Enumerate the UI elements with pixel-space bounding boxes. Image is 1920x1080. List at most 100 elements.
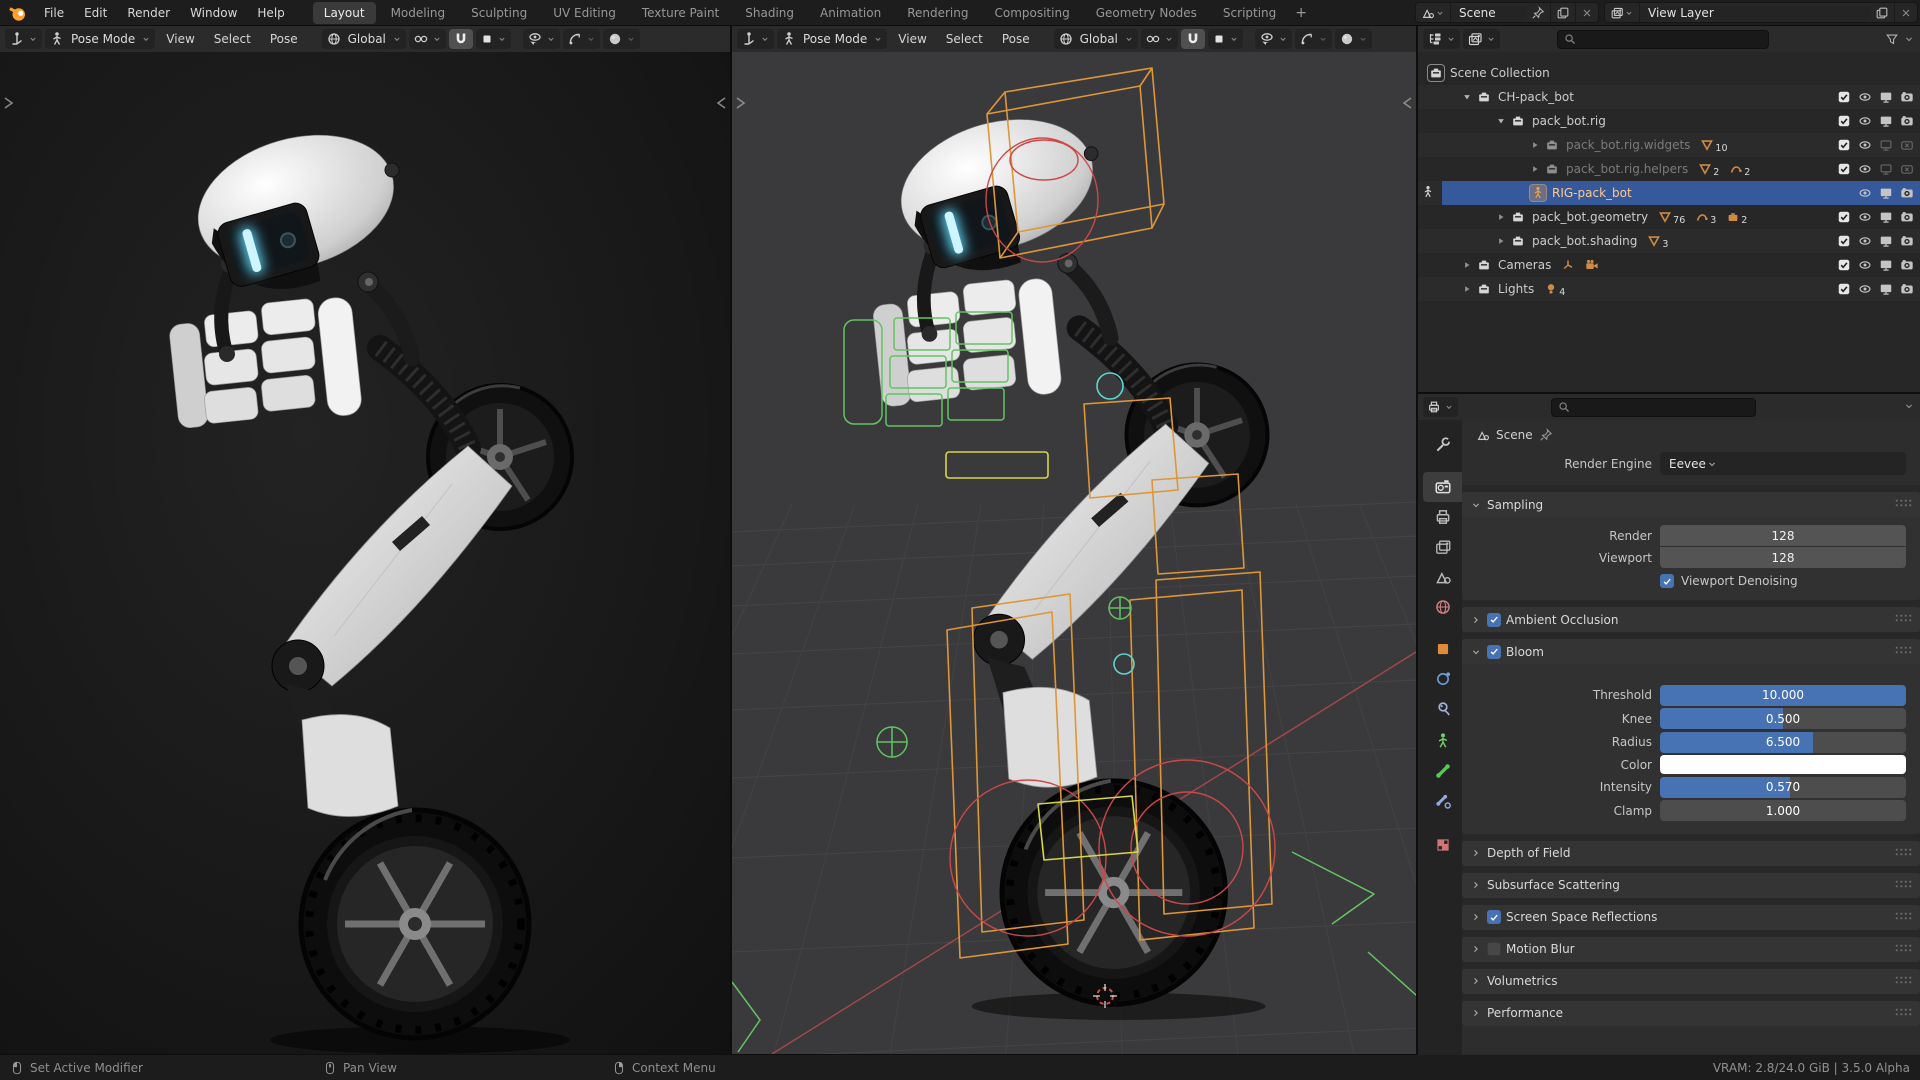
ambient-occlusion-checkbox[interactable]: [1487, 613, 1501, 627]
hide-in-viewport-toggle[interactable]: [1858, 186, 1872, 200]
exclude-checkbox[interactable]: [1837, 210, 1851, 224]
properties-tab-constraints[interactable]: [1423, 694, 1462, 724]
bloom-radius-slider[interactable]: 6.500: [1660, 732, 1906, 753]
hide-in-viewport-toggle[interactable]: [1858, 90, 1872, 104]
disable-in-renders-toggle[interactable]: [1900, 210, 1914, 224]
workspace-tab-modeling[interactable]: Modeling: [380, 2, 457, 24]
bloom-clamp-slider[interactable]: 1.000: [1660, 800, 1906, 821]
viewport-menu-pose[interactable]: Pose: [262, 29, 306, 49]
snap-target-dropdown[interactable]: [476, 29, 511, 49]
bloom-knee-slider[interactable]: 0.500: [1660, 708, 1906, 729]
workspace-tab-scripting[interactable]: Scripting: [1212, 2, 1287, 24]
disable-in-viewports-toggle[interactable]: [1879, 258, 1893, 272]
disable-in-viewports-toggle[interactable]: [1879, 162, 1893, 176]
exclude-checkbox[interactable]: [1837, 90, 1851, 104]
panel-bloom-header[interactable]: Bloom: [1462, 639, 1920, 664]
panel-performance-header[interactable]: Performance: [1462, 1001, 1920, 1026]
disable-in-renders-toggle[interactable]: [1900, 258, 1914, 272]
viewport-denoising-checkbox[interactable]: [1660, 574, 1674, 588]
viewport-left-canvas[interactable]: [0, 52, 730, 1054]
disclosure-closed-icon[interactable]: [1530, 164, 1540, 174]
disable-in-viewports-toggle[interactable]: [1879, 138, 1893, 152]
disable-in-viewports-toggle[interactable]: [1879, 90, 1893, 104]
disclosure-closed-icon[interactable]: [1462, 284, 1472, 294]
panel-grip[interactable]: [1894, 907, 1912, 928]
disclosure-closed-icon[interactable]: [1462, 260, 1472, 270]
panel-grip[interactable]: [1894, 494, 1912, 515]
menu-help[interactable]: Help: [247, 2, 294, 24]
exclude-checkbox[interactable]: [1837, 114, 1851, 128]
object-visibility-dropdown[interactable]: [1255, 29, 1292, 49]
panel-sampling-header[interactable]: Sampling: [1462, 492, 1920, 517]
disable-in-renders-toggle[interactable]: [1900, 114, 1914, 128]
snap-toggle[interactable]: [449, 29, 473, 49]
toolbar-expand-icon[interactable]: [2, 96, 14, 110]
panel-grip[interactable]: [1894, 843, 1912, 864]
bloom-checkbox[interactable]: [1487, 645, 1501, 659]
properties-search-input[interactable]: [1551, 398, 1756, 417]
outliner-row-ch-pack-bot[interactable]: CH-pack_bot: [1418, 85, 1920, 109]
scene-selector[interactable]: Scene: [1415, 2, 1599, 23]
disable-in-renders-toggle[interactable]: [1900, 186, 1914, 200]
unlink-scene-button[interactable]: [1576, 3, 1598, 22]
panel-depth-of-field-header[interactable]: Depth of Field: [1462, 841, 1920, 866]
viewport-menu-select[interactable]: Select: [938, 29, 991, 49]
view-layer-browse-button[interactable]: [1605, 3, 1640, 22]
transform-orientation-dropdown[interactable]: Global: [1054, 29, 1138, 49]
bloom-intensity-slider[interactable]: 0.570: [1660, 777, 1906, 798]
menu-edit[interactable]: Edit: [74, 2, 117, 24]
editor-type-button[interactable]: [737, 29, 774, 49]
outliner-row-scene-collection[interactable]: Scene Collection: [1418, 61, 1920, 85]
workspace-tab-rendering[interactable]: Rendering: [896, 2, 979, 24]
panel-grip[interactable]: [1894, 939, 1912, 960]
disable-in-renders-toggle[interactable]: [1900, 138, 1914, 152]
outliner-row-pack-bot-shading[interactable]: pack_bot.shading3: [1418, 229, 1920, 253]
workspace-tab-uv-editing[interactable]: UV Editing: [542, 2, 627, 24]
rendered-view[interactable]: [0, 52, 730, 1054]
hide-in-viewport-toggle[interactable]: [1858, 282, 1872, 296]
viewport-right-canvas[interactable]: [732, 52, 1416, 1054]
outliner-row-pack-bot-rig-widgets[interactable]: pack_bot.rig.widgets10: [1418, 133, 1920, 157]
shading-mode-dropdown[interactable]: [603, 29, 640, 49]
snap-target-dropdown[interactable]: [1208, 29, 1243, 49]
viewport-menu-select[interactable]: Select: [206, 29, 259, 49]
workspace-tab-shading[interactable]: Shading: [734, 2, 805, 24]
gizmos-dropdown[interactable]: [563, 29, 600, 49]
object-visibility-dropdown[interactable]: [523, 29, 560, 49]
toolbar-expand-icon[interactable]: [734, 96, 746, 110]
properties-tab-view-layer[interactable]: [1423, 532, 1462, 562]
menu-render[interactable]: Render: [117, 2, 180, 24]
motion-blur-checkbox[interactable]: [1487, 942, 1501, 956]
render-engine-dropdown[interactable]: Eevee: [1660, 452, 1906, 475]
exclude-checkbox[interactable]: [1837, 258, 1851, 272]
panel-grip[interactable]: [1894, 1003, 1912, 1024]
scene-browse-button[interactable]: [1416, 3, 1451, 22]
outliner-row-pack-bot-rig-helpers[interactable]: pack_bot.rig.helpers22: [1418, 157, 1920, 181]
outliner-row-lights[interactable]: Lights4: [1418, 277, 1920, 301]
panel-grip[interactable]: [1894, 875, 1912, 896]
properties-tab-render[interactable]: [1423, 472, 1462, 502]
blender-logo-icon[interactable]: [8, 3, 28, 23]
remove-view-layer-button[interactable]: [1895, 3, 1917, 22]
viewport-menu-view[interactable]: View: [158, 29, 202, 49]
sidebar-expand-icon[interactable]: [1402, 96, 1414, 110]
pin-scene-button[interactable]: [1526, 3, 1551, 22]
outliner-row-pack-bot-rig[interactable]: pack_bot.rig: [1418, 109, 1920, 133]
hide-in-viewport-toggle[interactable]: [1858, 138, 1872, 152]
workspace-tab-geometry-nodes[interactable]: Geometry Nodes: [1085, 2, 1208, 24]
hide-in-viewport-toggle[interactable]: [1858, 258, 1872, 272]
panel-ambient-occlusion-header[interactable]: Ambient Occlusion: [1462, 607, 1920, 632]
disable-in-renders-toggle[interactable]: [1900, 234, 1914, 248]
outliner-search-input[interactable]: [1557, 30, 1769, 49]
exclude-checkbox[interactable]: [1837, 162, 1851, 176]
disable-in-viewports-toggle[interactable]: [1879, 186, 1893, 200]
new-scene-button[interactable]: [1551, 3, 1576, 22]
viewport-menu-pose[interactable]: Pose: [994, 29, 1038, 49]
panel-volumetrics-header[interactable]: Volumetrics: [1462, 969, 1920, 994]
properties-options-dropdown[interactable]: [1903, 400, 1915, 415]
properties-tab-material[interactable]: [1423, 830, 1462, 860]
hide-in-viewport-toggle[interactable]: [1858, 210, 1872, 224]
mode-dropdown[interactable]: Pose Mode: [45, 29, 155, 49]
pivot-point-dropdown[interactable]: [1141, 29, 1178, 49]
properties-tab-bone-constraints[interactable]: [1423, 786, 1462, 816]
